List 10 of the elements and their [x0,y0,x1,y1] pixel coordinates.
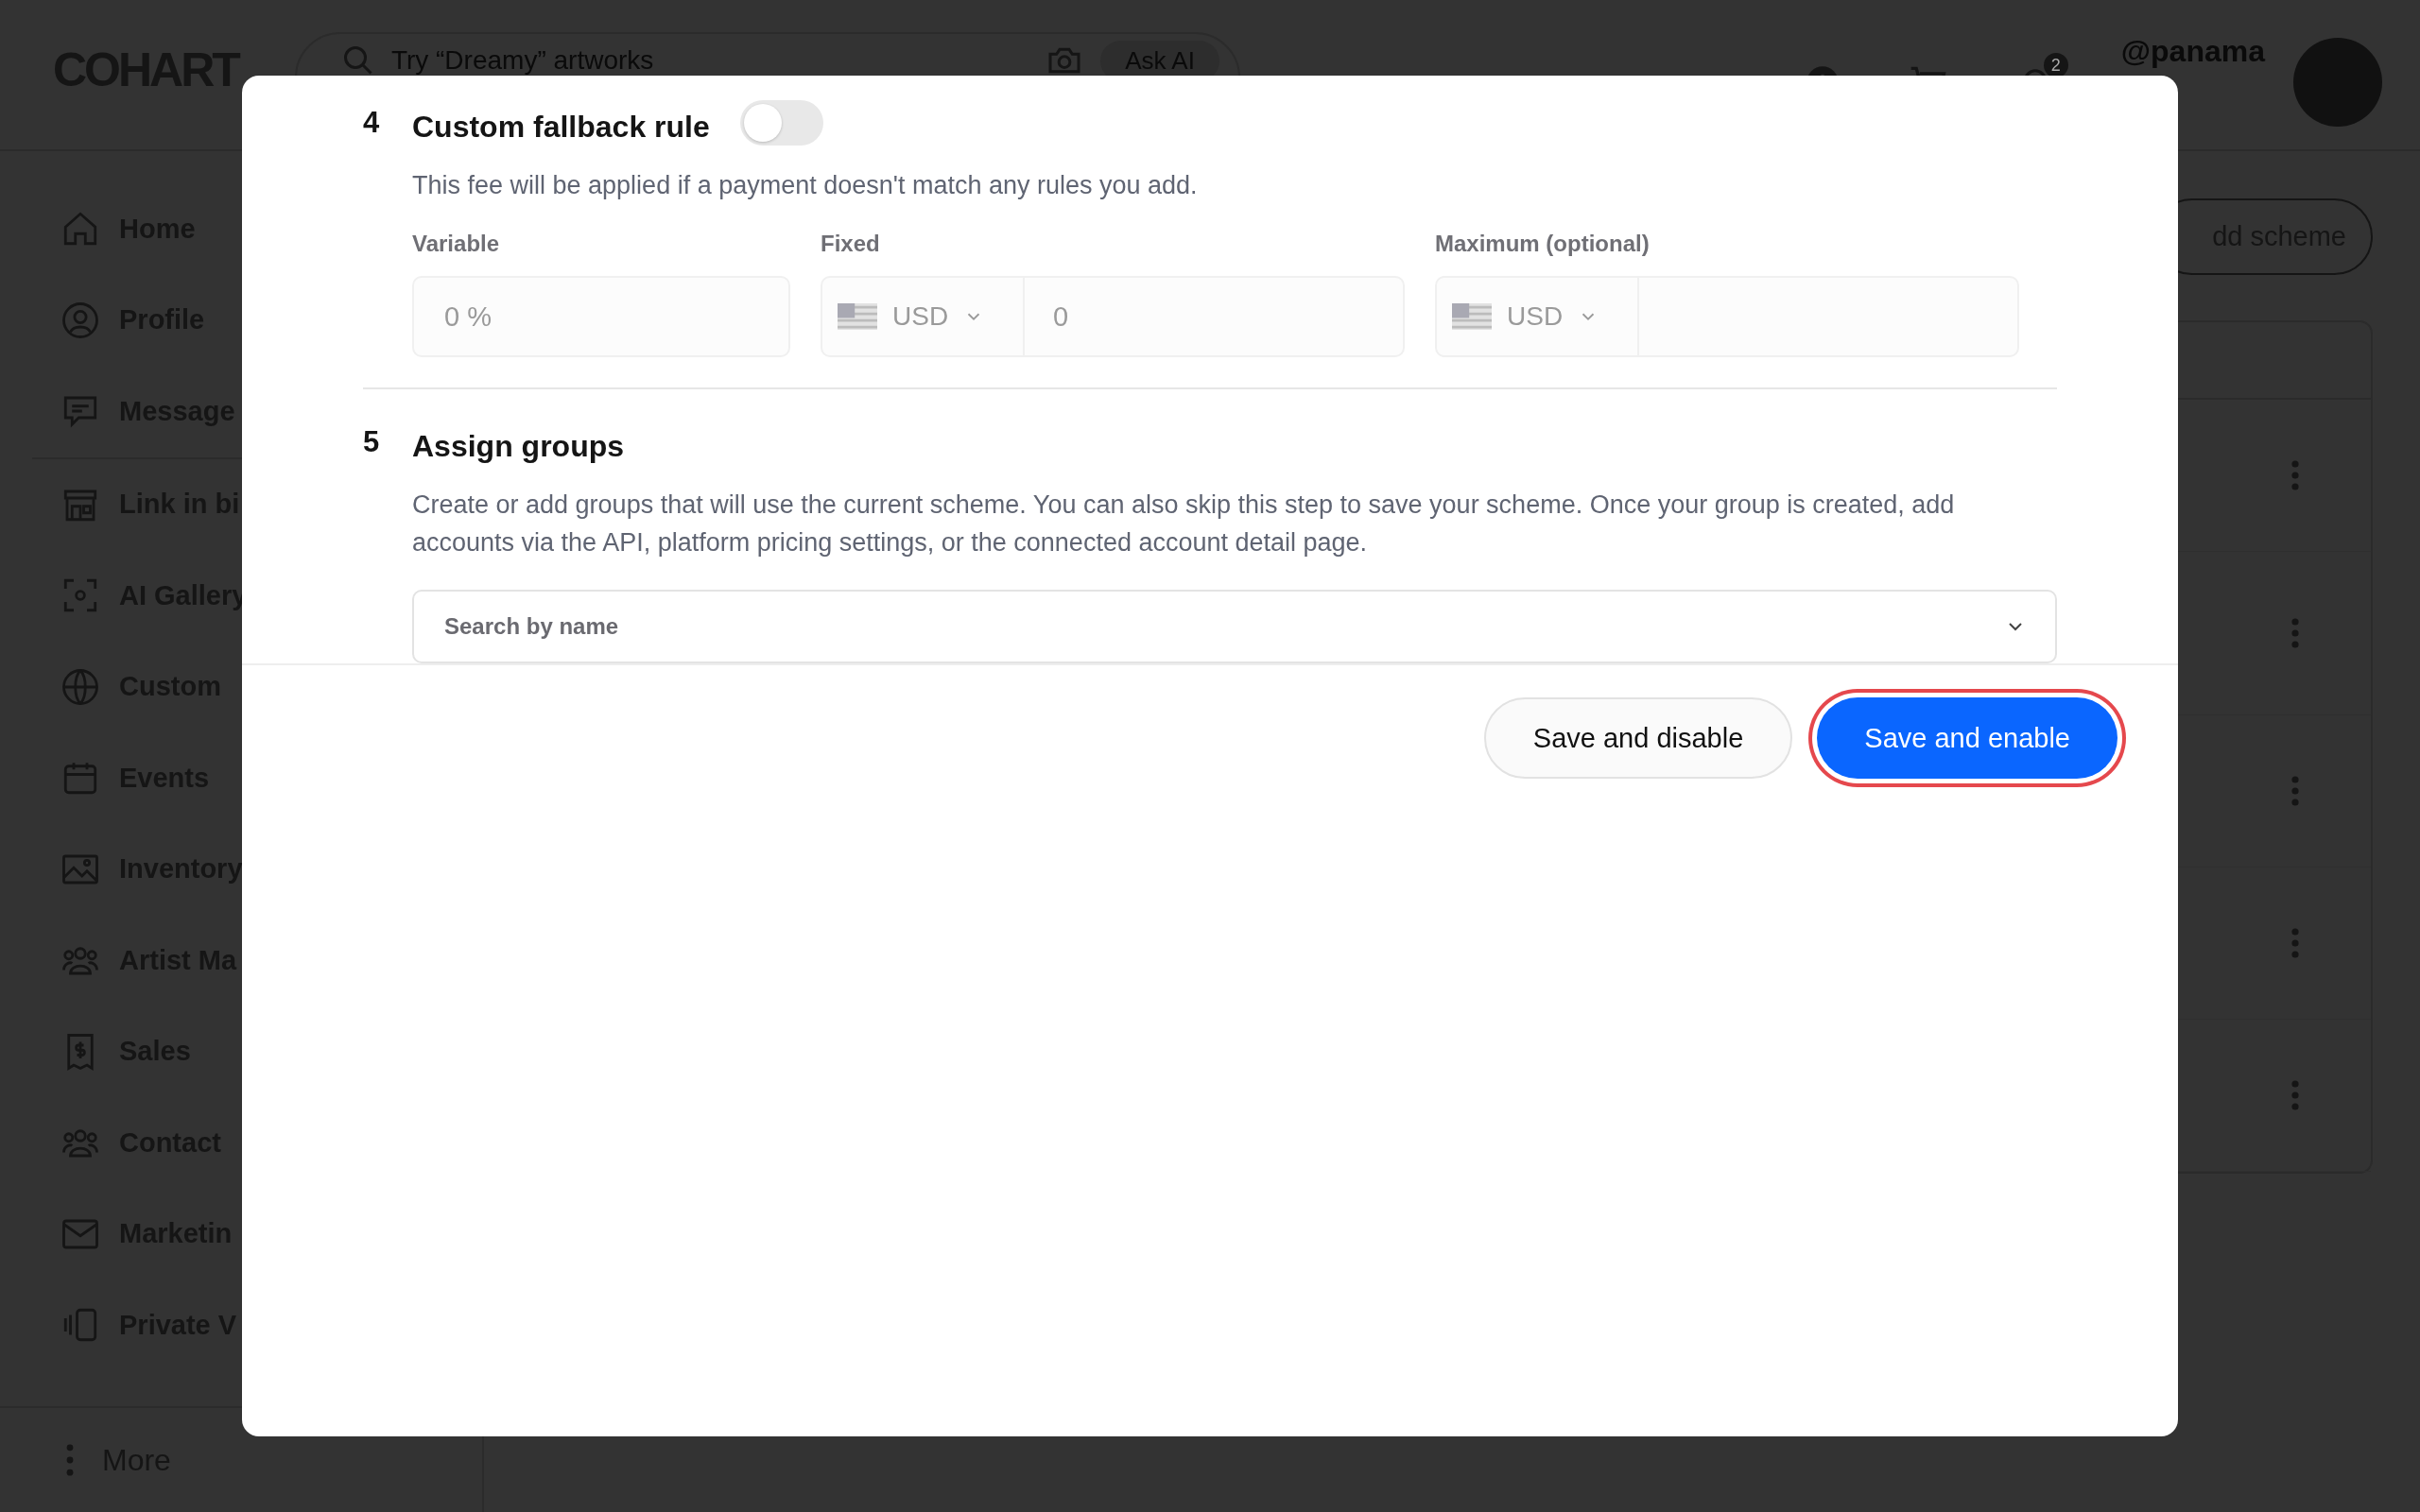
field-label: Variable [412,231,501,257]
step-number: 4 [363,106,381,140]
field-label: Maximum (optional) [1435,231,1651,257]
step-number: 5 [363,425,381,459]
section-title: Custom fallback rule [412,109,710,145]
notification-badge: 2 [2043,53,2068,77]
field-label: Fixed [821,231,881,257]
section-description: Create or add groups that will use the current scheme. You can also skip this step to save your scheme. Once your group is created, add accounts via the API, platform pricing settings, or the connected account detail page. [412,490,1956,558]
section-title: Assign groups [412,428,624,464]
section-description: This fee will be applied if a payment doesn't match any rules you add. [412,170,1199,201]
